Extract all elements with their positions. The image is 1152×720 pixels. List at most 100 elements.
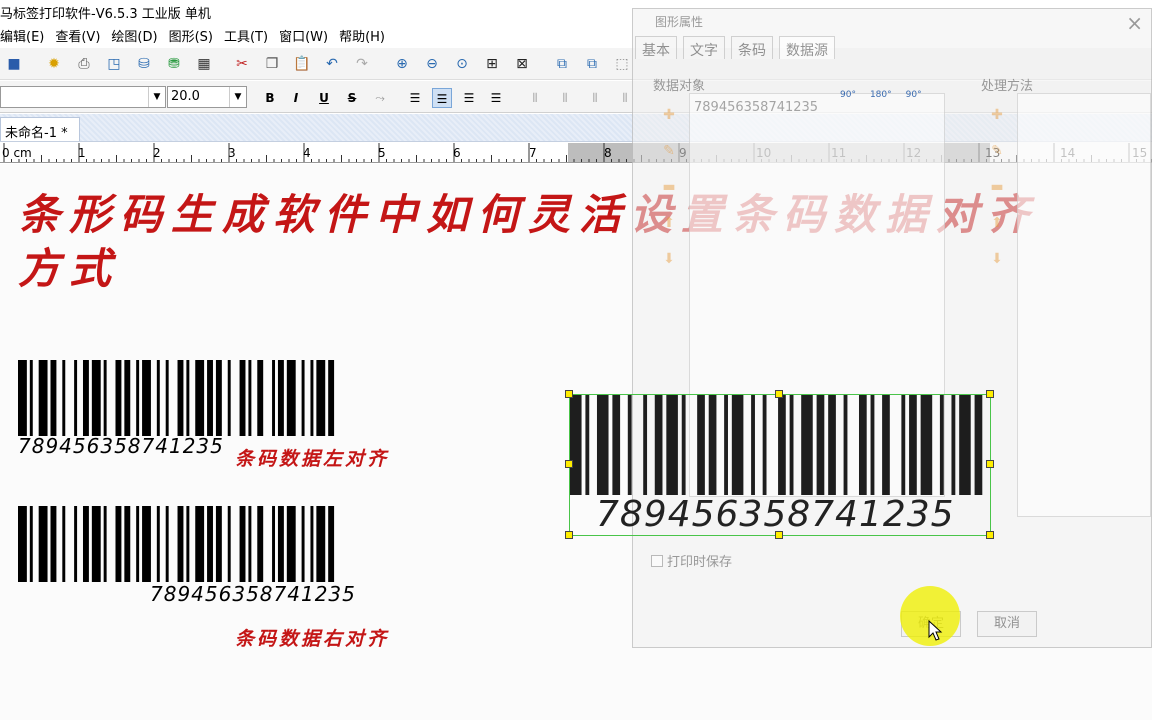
resize-handle[interactable] [775,531,783,539]
resize-handle[interactable] [565,460,573,468]
menu-help[interactable]: 帮助(H) [339,24,391,46]
bring-front-icon[interactable]: ⧉ [552,54,572,74]
move-down-icon[interactable]: ⬇ [659,249,679,269]
method-up-icon[interactable]: ⬆ [987,213,1007,233]
method-down-icon[interactable]: ⬇ [987,249,1007,269]
remove-method-icon[interactable]: ▬ [987,177,1007,197]
barcode-bar [257,506,264,582]
barcode-bar [681,395,686,495]
cut-icon[interactable]: ✂ [232,54,252,74]
database-settings-icon[interactable]: ⛃ [164,54,184,74]
barcode-right-aligned[interactable] [18,506,340,582]
tab-barcode[interactable]: 条码 [731,36,773,59]
align-objects-right-icon[interactable]: ⫴ [585,88,605,108]
resize-handle[interactable] [986,390,994,398]
add-icon[interactable]: ✚ [659,105,679,125]
redo-icon[interactable]: ↷ [352,54,372,74]
menu-tools[interactable]: 工具(T) [224,24,274,46]
fit-width-icon[interactable]: ⊞ [482,54,502,74]
rotate-180-button[interactable]: 180° [870,90,892,100]
close-icon[interactable]: × [1126,11,1143,35]
text-effect-icon[interactable]: ⤳ [370,88,390,108]
tab-basic[interactable]: 基本 [635,36,677,59]
strikethrough-button[interactable]: S [342,88,362,108]
font-size-select[interactable]: 20.0 ▼ [167,86,247,108]
barcode-bar [136,506,140,582]
ruler-label-5: 5 [378,146,386,160]
edit-icon[interactable]: ✎ [659,141,679,161]
grid-icon[interactable]: ▦ [194,54,214,74]
copy-icon[interactable]: ❐ [262,54,282,74]
barcode-bar [124,506,131,582]
align-objects-left-icon[interactable]: ⫴ [525,88,545,108]
document-tab[interactable]: 未命名-1 * [0,117,80,141]
barcode-bar [124,360,131,436]
remove-icon[interactable]: ▬ [659,177,679,197]
print-icon[interactable]: ⎙ [74,54,94,74]
zoom-in-icon[interactable]: ⊕ [392,54,412,74]
barcode-bar [156,506,160,582]
rotate-270-button[interactable]: 90° [906,90,922,100]
barcode-bar [310,360,314,436]
font-family-select[interactable]: ▼ [0,86,166,108]
zoom-out-icon[interactable]: ⊖ [422,54,442,74]
barcode-bar [239,506,246,582]
save-icon[interactable]: ■ [4,54,24,74]
rotate-90-button[interactable]: 90° [840,90,856,100]
print-preview-icon[interactable]: ◳ [104,54,124,74]
barcode-bar [939,395,944,495]
print-save-option[interactable]: 打印时保存 [651,551,732,570]
send-back-icon[interactable]: ⧉ [582,54,602,74]
paste-icon[interactable]: 📋 [292,54,312,74]
resize-handle[interactable] [986,460,994,468]
barcode-bar [38,360,48,436]
barcode-bar [272,506,276,582]
resize-handle[interactable] [565,531,573,539]
menu-draw[interactable]: 绘图(D) [111,24,163,46]
shape-properties-dialog[interactable]: 图形属性 × 基本 文字 条码 数据源 数据对象 处理方法 ✚ ✎ ▬ ⬆ ⬇ … [632,8,1152,648]
barcode-bar [901,395,906,495]
add-method-icon[interactable]: ✚ [987,105,1007,125]
align-center-icon[interactable]: ☰ [432,88,452,108]
print-save-checkbox[interactable] [651,554,663,567]
barcode-bar [186,506,190,582]
resize-handle[interactable] [565,390,573,398]
barcode-bar [29,506,33,582]
zoom-icon[interactable]: ⊙ [452,54,472,74]
barcode-selected-number: 789456358741235 [596,494,955,535]
resize-handle[interactable] [775,390,783,398]
database-icon[interactable]: ⛁ [134,54,154,74]
barcode-bar [301,506,305,582]
menu-view[interactable]: 查看(V) [55,24,106,46]
tab-datasource[interactable]: 数据源 [779,36,835,59]
processing-methods-list[interactable] [1017,93,1151,517]
barcode-bar [195,360,205,436]
barcode-selected[interactable] [570,395,990,495]
barcode-bar [751,395,755,495]
undo-icon[interactable]: ↶ [322,54,342,74]
menu-edit[interactable]: 编辑(E) [0,24,50,46]
align-right-icon[interactable]: ☰ [459,88,479,108]
cancel-button[interactable]: 取消 [977,611,1037,637]
bold-button[interactable]: B [260,88,280,108]
align-left-icon[interactable]: ☰ [405,88,425,108]
data-object-item[interactable]: 789456358741235 [690,100,818,115]
menu-shape[interactable]: 图形(S) [169,24,219,46]
barcode-bar [789,395,794,495]
tab-text[interactable]: 文字 [683,36,725,59]
fit-page-icon[interactable]: ⊠ [512,54,532,74]
underline-button[interactable]: U [314,88,334,108]
barcode-left-aligned[interactable] [18,360,340,436]
edit-method-icon[interactable]: ✎ [987,141,1007,161]
menu-window[interactable]: 窗口(W) [279,24,334,46]
mouse-cursor-icon [928,620,943,641]
settings-gear-icon[interactable]: ✹ [44,54,64,74]
resize-handle[interactable] [986,531,994,539]
group-icon[interactable]: ⬚ [612,54,632,74]
align-objects-center-icon[interactable]: ⫴ [555,88,575,108]
move-up-icon[interactable]: ⬆ [659,213,679,233]
barcode-bar [142,360,151,436]
align-justify-icon[interactable]: ☰ [486,88,506,108]
processing-label: 处理方法 [981,79,1034,94]
italic-button[interactable]: I [286,88,306,108]
